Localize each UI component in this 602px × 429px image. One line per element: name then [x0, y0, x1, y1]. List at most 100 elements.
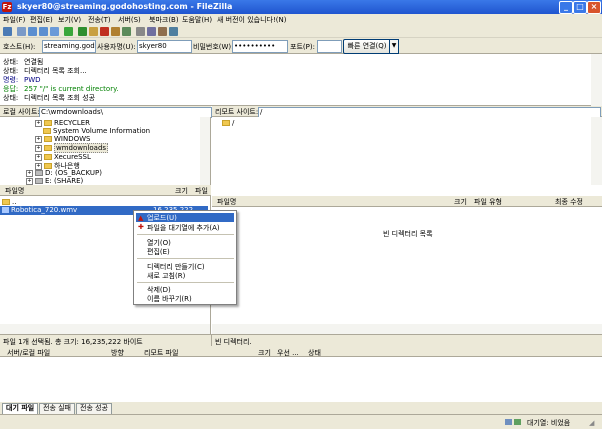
video-file-icon — [2, 207, 9, 213]
folder-icon — [44, 145, 52, 151]
menu-separator — [137, 282, 234, 283]
col-size[interactable]: 크기 — [454, 197, 467, 207]
close-button[interactable]: × — [587, 1, 601, 14]
search-icon[interactable] — [169, 27, 178, 36]
remote-list-hscrollbar[interactable] — [212, 324, 602, 334]
col-type[interactable]: 파일 — [195, 186, 208, 196]
compare-dirs-icon[interactable] — [147, 27, 156, 36]
upload-icon: ▲ — [138, 214, 144, 222]
menu-help[interactable]: 도움말(H) — [182, 15, 212, 25]
quickconnect-dropdown[interactable]: ▼ — [389, 39, 399, 54]
toggle-queue-icon[interactable] — [50, 27, 59, 36]
menu-separator — [137, 234, 234, 235]
log-line: 상태: 디렉터리 목록 조회... — [3, 67, 87, 75]
username-label: 사용자명(U): — [97, 43, 136, 51]
menu-item-rename[interactable]: 이름 바꾸기(R) — [147, 294, 192, 303]
context-menu: ▲ 업로드(U) ✚ 파일을 대기열에 추가(A) 열기(O) 편집(E) 디렉… — [133, 210, 237, 305]
menu-item-refresh[interactable]: 새로 고침(R) — [147, 271, 185, 280]
remote-tree-scrollbar[interactable] — [591, 117, 602, 185]
menu-file[interactable]: 파일(F) — [3, 15, 25, 25]
sync-browse-icon[interactable] — [158, 27, 167, 36]
queue-list — [0, 357, 602, 402]
maximize-button[interactable]: □ — [573, 1, 587, 14]
remote-site-header: 리모트 사이트: / — [212, 106, 602, 118]
title-bar[interactable]: Fz skyer80@streaming.godohosting.com - F… — [0, 0, 602, 14]
menu-item-edit[interactable]: 편집(E) — [147, 247, 170, 256]
local-site-header: 로컬 사이트: C:\wmdownloads\ — [0, 106, 212, 118]
log-line: 상태: 디렉터리 목록 조회 성공 — [3, 94, 96, 102]
log-scrollbar[interactable] — [591, 54, 602, 106]
queue-status-text: 대기열: 비었음 — [527, 419, 571, 427]
menu-new-version[interactable]: 새 버전이 있습니다!(N) — [217, 15, 286, 25]
local-list-hscrollbar[interactable] — [0, 324, 210, 334]
menu-transfer[interactable]: 전송(T) — [88, 15, 111, 25]
status-bar: 대기열: 비었음 ◢ — [0, 414, 602, 429]
col-type[interactable]: 파일 유형 — [474, 197, 502, 207]
password-input[interactable]: •••••••••• — [232, 40, 288, 53]
port-input[interactable] — [317, 40, 342, 53]
folder-icon — [43, 128, 51, 134]
tree-item[interactable]: / — [222, 119, 234, 128]
local-tree-scrollbar[interactable] — [200, 117, 210, 185]
minimize-button[interactable]: _ — [559, 1, 573, 14]
quickconnect-bar: 호스트(H): streaming.godohos 사용자명(U): skyer… — [0, 38, 602, 54]
quickconnect-button[interactable]: 빠른 연결(Q) — [343, 39, 391, 54]
empty-directory-text: 빈 디렉터리 목록 — [383, 230, 433, 238]
col-size[interactable]: 크기 — [175, 186, 188, 196]
menu-edit[interactable]: 편집(E) — [30, 15, 53, 25]
toggle-remote-tree-icon[interactable] — [39, 27, 48, 36]
menu-item-add-to-queue[interactable]: 파일을 대기열에 추가(A) — [147, 223, 220, 232]
col-filename[interactable]: 파일명 — [217, 197, 236, 207]
password-label: 비밀번호(W): — [193, 43, 234, 51]
port-label: 포트(P): — [290, 43, 315, 51]
remote-tree: / — [212, 117, 602, 185]
pane-status-bar: 파일 1개 선택됨. 총 크기: 16,235,222 바이트 빈 디렉터리. — [0, 334, 602, 347]
resize-grip-icon[interactable]: ◢ — [589, 419, 594, 427]
host-label: 호스트(H): — [3, 43, 36, 51]
col-modified[interactable]: 최종 수정 — [555, 197, 583, 207]
stop-icon[interactable] — [100, 27, 109, 36]
menu-item-delete[interactable]: 삭제(D) — [147, 285, 171, 294]
refresh-icon[interactable] — [64, 27, 73, 36]
menu-item-upload[interactable]: 업로드(U) — [147, 213, 177, 222]
disconnect-icon[interactable] — [111, 27, 120, 36]
folder-icon — [2, 199, 10, 205]
folder-icon — [222, 120, 230, 126]
transfer-indicator-icon — [514, 419, 521, 425]
remote-list-header: 파일명 크기 파일 유형 최종 수정 — [212, 196, 602, 207]
site-manager-icon[interactable] — [3, 27, 12, 36]
local-tree: + RECYCLER System Volume Information + WIN… — [0, 117, 211, 185]
menu-view[interactable]: 보기(V) — [58, 15, 81, 25]
message-log: 상태: 연결됨 상태: 디렉터리 목록 조회... 명령: PWD 응답: 257 "/… — [0, 54, 602, 106]
drive-icon — [35, 178, 43, 184]
window-title: skyer80@streaming.godohosting.com - File… — [17, 2, 233, 11]
local-list-header: 파일명 크기 파일 — [0, 185, 211, 196]
menu-item-create-directory[interactable]: 디렉터리 만들기(C) — [147, 262, 205, 271]
drive-icon — [35, 170, 43, 176]
menu-bookmarks[interactable]: 북마크(B) — [149, 15, 179, 25]
menu-server[interactable]: 서버(S) — [118, 15, 141, 25]
menu-item-open[interactable]: 열기(O) — [147, 238, 171, 247]
menu-bar: 파일(F) 편집(E) 보기(V) 전송(T) 서버(S) 북마크(B) 도움말… — [0, 14, 602, 25]
log-line: 명령: PWD — [3, 76, 41, 84]
lock-icon — [505, 419, 512, 425]
remote-site-label: 리모트 사이트: — [215, 108, 259, 116]
filter-icon[interactable] — [136, 27, 145, 36]
queue-header: 서버/로컬 파일 방향 리모트 파일 크기 우선 ... 상태 — [0, 346, 602, 357]
queue-add-icon: ✚ — [138, 223, 144, 231]
menu-separator — [137, 258, 234, 259]
queue-tabs: 대기 파일 전송 실패 전송 성공 — [0, 402, 602, 415]
toggle-log-icon[interactable] — [17, 27, 26, 36]
toggle-local-tree-icon[interactable] — [28, 27, 37, 36]
col-filename[interactable]: 파일명 — [5, 186, 24, 196]
cancel-operation-icon[interactable] — [89, 27, 98, 36]
username-input[interactable]: skyer80 — [137, 40, 192, 53]
filezilla-app-icon: Fz — [2, 2, 12, 12]
process-queue-icon[interactable] — [78, 27, 87, 36]
host-input[interactable]: streaming.godohos — [42, 40, 96, 53]
folder-icon — [44, 154, 52, 160]
reconnect-icon[interactable] — [122, 27, 131, 36]
log-line: 응답: 257 "/" is current directory. — [3, 85, 119, 93]
tree-item-selected[interactable]: + wmdownloads — [35, 143, 109, 153]
remote-file-list: 빈 디렉터리 목록 — [212, 207, 602, 334]
